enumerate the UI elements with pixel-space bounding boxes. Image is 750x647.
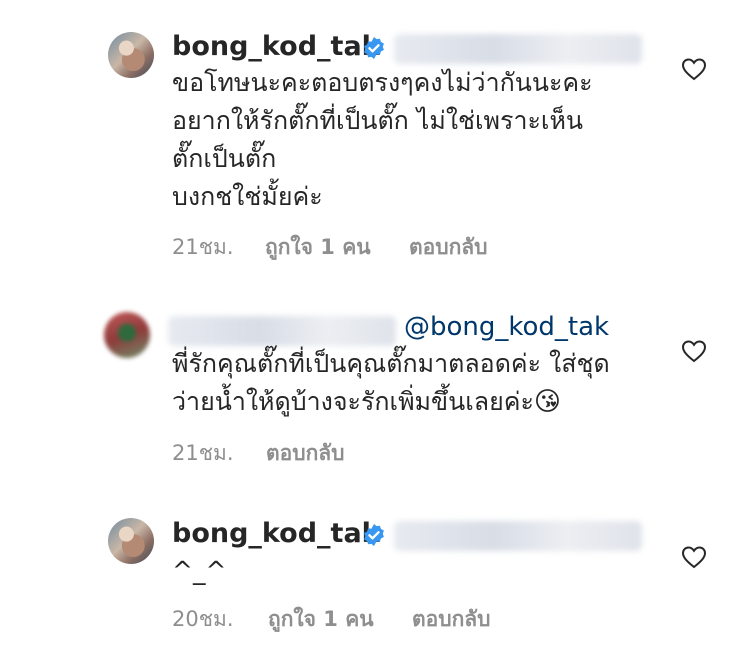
username[interactable]: bong_kod_tak bbox=[172, 518, 380, 549]
verified-badge-icon bbox=[364, 37, 384, 59]
blurred-username bbox=[168, 316, 396, 346]
kissing-face-emoji: 😘 bbox=[533, 387, 561, 417]
comment-text: พี่รักคุณตั๊กที่เป็นคุณตั๊กมาตลอดค่ะ ใส่… bbox=[172, 345, 652, 421]
heart-outline-icon[interactable] bbox=[681, 545, 707, 569]
reply-button[interactable]: ตอบกลับ bbox=[412, 603, 491, 636]
avatar[interactable] bbox=[104, 312, 150, 358]
blurred-text bbox=[394, 521, 642, 551]
mention-link[interactable]: @bong_kod_tak bbox=[404, 312, 609, 342]
avatar[interactable] bbox=[108, 518, 154, 564]
comment-time[interactable]: 21ชม. bbox=[172, 437, 234, 470]
likes-count[interactable]: ถูกใจ 1 คน bbox=[268, 603, 374, 636]
comment-time[interactable]: 21ชม. bbox=[172, 231, 234, 264]
comment-time[interactable]: 20ชม. bbox=[172, 603, 234, 636]
avatar[interactable] bbox=[108, 32, 154, 78]
blurred-text bbox=[394, 34, 642, 64]
reply-button[interactable]: ตอบกลับ bbox=[266, 437, 345, 470]
reply-button[interactable]: ตอบกลับ bbox=[409, 231, 488, 264]
heart-outline-icon[interactable] bbox=[681, 339, 707, 363]
heart-outline-icon[interactable] bbox=[681, 57, 707, 81]
likes-count[interactable]: ถูกใจ 1 คน bbox=[265, 231, 371, 264]
username[interactable]: bong_kod_tak bbox=[172, 31, 380, 62]
comment-text: ขอโทษนะคะตอบตรงๆคงไม่ว่ากันนะคะ อยากให้ร… bbox=[172, 68, 593, 211]
comment-text: ^_^ bbox=[172, 556, 227, 585]
verified-badge-icon bbox=[364, 524, 384, 546]
